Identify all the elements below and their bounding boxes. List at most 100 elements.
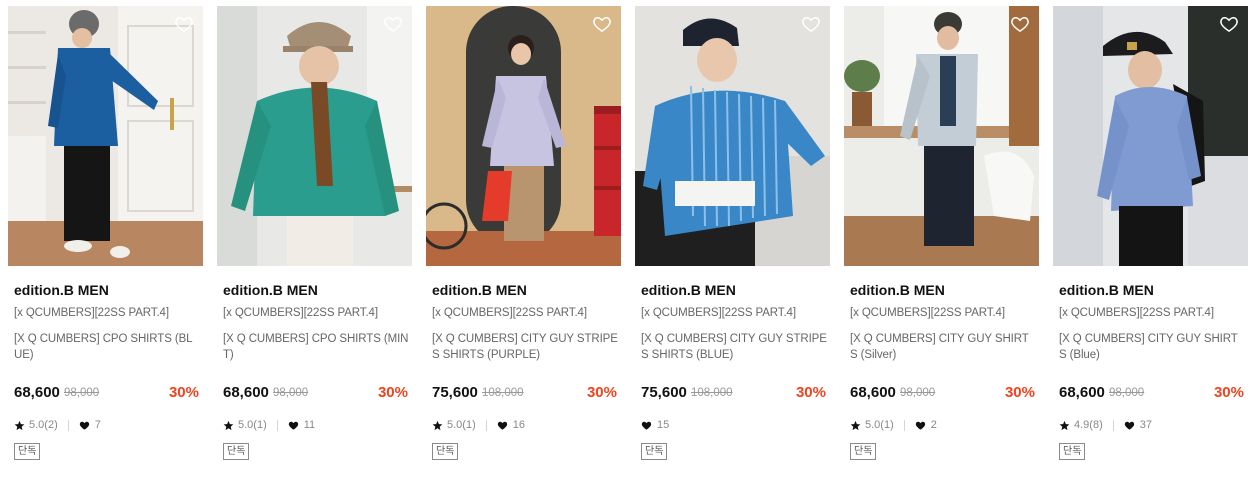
product-name[interactable]: [X Q CUMBERS] CPO SHIRTS (BLUE) [14,331,200,363]
heart-filled-icon [641,421,652,430]
original-price: 108,000 [691,387,733,399]
brand-name[interactable]: edition.B MEN [14,282,109,298]
product-name[interactable]: [X Q CUMBERS] CITY GUY STRIPES SHIRTS (B… [641,331,827,363]
product-photo [8,6,203,266]
meta-divider [1112,419,1114,431]
product-tagline: [x QCUMBERS][22SS PART.4] [641,307,796,319]
meta-divider [276,419,278,431]
likes-count: 11 [303,419,316,431]
likes-count: 2 [930,419,937,431]
product-card[interactable]: edition.B MEN [x QCUMBERS][22SS PART.4] … [217,6,412,476]
meta-divider [903,419,905,431]
product-card[interactable]: edition.B MEN [x QCUMBERS][22SS PART.4] … [1053,6,1248,476]
product-tagline: [x QCUMBERS][22SS PART.4] [850,307,1005,319]
product-image[interactable] [426,6,621,266]
brand-name[interactable]: edition.B MEN [432,282,527,298]
product-image[interactable] [635,6,830,266]
review-meta: 5.0(1) 2 [850,418,937,432]
heart-filled-icon [288,421,298,430]
exclusive-badge: 단독 [14,443,41,460]
product-image[interactable] [844,6,1039,266]
sale-price: 75,600 [641,384,687,401]
product-card[interactable]: edition.B MEN [x QCUMBERS][22SS PART.4] … [426,6,621,476]
price-row: 75,600 108,000 30% [432,384,619,404]
heart-filled-icon [915,421,925,430]
star-icon [1059,420,1070,430]
wishlist-heart-icon[interactable] [1010,14,1030,34]
product-name[interactable]: [X Q CUMBERS] CITY GUY SHIRTS (Silver) [850,331,1036,363]
brand-name[interactable]: edition.B MEN [1059,282,1154,298]
product-card[interactable]: edition.B MEN [x QCUMBERS][22SS PART.4] … [844,6,1039,476]
wishlist-heart-icon[interactable] [801,14,821,34]
discount-rate: 30% [795,384,826,401]
rating-text: 5.0(1) [865,419,894,431]
wishlist-heart-icon[interactable] [383,14,403,34]
discount-rate: 30% [1004,384,1035,401]
exclusive-badge: 단독 [223,443,250,460]
product-photo [217,6,412,266]
review-meta: 5.0(2) 7 [14,418,101,432]
star-icon [432,420,443,430]
meta-divider [485,419,487,431]
discount-rate: 30% [377,384,408,401]
price-row: 75,600 108,000 30% [641,384,828,404]
sale-price: 68,600 [14,384,60,401]
likes-count: 7 [94,419,101,431]
original-price: 108,000 [482,387,524,399]
star-icon [223,420,234,430]
original-price: 98,000 [64,387,100,399]
product-tagline: [x QCUMBERS][22SS PART.4] [432,307,587,319]
wishlist-heart-icon[interactable] [1219,14,1239,34]
rating-text: 5.0(1) [447,419,476,431]
product-name[interactable]: [X Q CUMBERS] CPO SHIRTS (MINT) [223,331,409,363]
product-grid: edition.B MEN [x QCUMBERS][22SS PART.4] … [0,0,1252,481]
sale-price: 75,600 [432,384,478,401]
review-meta: 5.0(1) 16 [432,418,525,432]
wishlist-heart-icon[interactable] [592,14,612,34]
exclusive-badge: 단독 [641,443,668,460]
sale-price: 68,600 [1059,384,1105,401]
product-tagline: [x QCUMBERS][22SS PART.4] [223,307,378,319]
star-icon [850,420,861,430]
heart-filled-icon [79,421,89,430]
product-card[interactable]: edition.B MEN [x QCUMBERS][22SS PART.4] … [8,6,203,476]
product-name[interactable]: [X Q CUMBERS] CITY GUY SHIRTS (Blue) [1059,331,1245,363]
brand-name[interactable]: edition.B MEN [641,282,736,298]
product-image[interactable] [217,6,412,266]
likes-count: 37 [1139,419,1152,431]
price-row: 68,600 98,000 30% [1059,384,1246,404]
exclusive-badge: 단독 [432,443,459,460]
wishlist-heart-icon[interactable] [174,14,194,34]
product-card[interactable]: edition.B MEN [x QCUMBERS][22SS PART.4] … [635,6,830,476]
review-meta: 5.0(1) 11 [223,418,315,432]
product-tagline: [x QCUMBERS][22SS PART.4] [1059,307,1214,319]
product-image[interactable] [1053,6,1248,266]
sale-price: 68,600 [223,384,269,401]
original-price: 98,000 [1109,387,1145,399]
rating-text: 4.9(8) [1074,419,1103,431]
meta-divider [67,419,69,431]
heart-filled-icon [497,421,507,430]
product-photo [635,6,830,266]
rating-text: 5.0(2) [29,419,58,431]
exclusive-badge: 단독 [1059,443,1086,460]
sale-price: 68,600 [850,384,896,401]
heart-filled-icon [1124,421,1134,430]
original-price: 98,000 [900,387,936,399]
original-price: 98,000 [273,387,309,399]
product-photo [1053,6,1248,266]
review-meta: 4.9(8) 37 [1059,418,1152,432]
likes-count: 15 [657,419,670,431]
price-row: 68,600 98,000 30% [14,384,201,404]
product-image[interactable] [8,6,203,266]
product-name[interactable]: [X Q CUMBERS] CITY GUY STRIPES SHIRTS (P… [432,331,618,363]
exclusive-badge: 단독 [850,443,877,460]
price-row: 68,600 98,000 30% [850,384,1037,404]
discount-rate: 30% [168,384,199,401]
review-meta: 15 [641,418,669,432]
rating-text: 5.0(1) [238,419,267,431]
discount-rate: 30% [586,384,617,401]
price-row: 68,600 98,000 30% [223,384,410,404]
brand-name[interactable]: edition.B MEN [223,282,318,298]
brand-name[interactable]: edition.B MEN [850,282,945,298]
